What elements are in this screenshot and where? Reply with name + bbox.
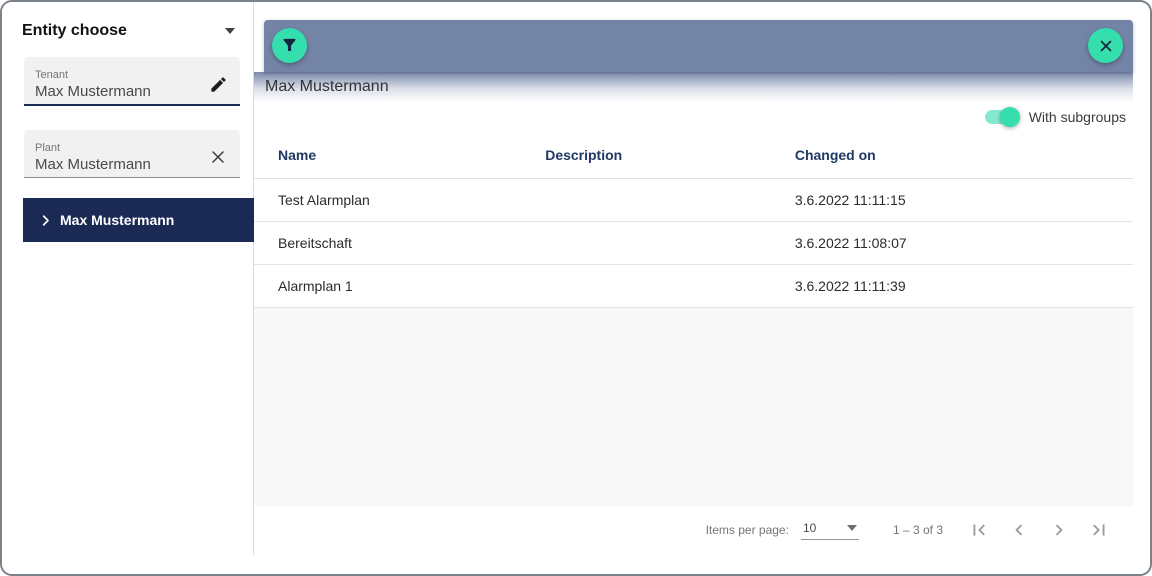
cell-description <box>521 264 771 307</box>
last-page-icon <box>1088 519 1110 541</box>
cell-description <box>521 178 771 221</box>
paginator-range-label: 1 – 3 of 3 <box>893 523 943 537</box>
select-caret-icon <box>847 525 857 531</box>
last-page-button[interactable] <box>1079 510 1119 550</box>
plant-clear-button[interactable] <box>206 145 230 169</box>
column-header-changed-on: Changed on <box>771 132 1133 178</box>
toggle-thumb <box>1000 107 1020 127</box>
panel-toolbar <box>264 20 1133 72</box>
items-per-page-label: Items per page: <box>706 523 789 537</box>
tenant-label: Tenant <box>35 69 151 81</box>
pencil-icon <box>209 75 228 94</box>
with-subgroups-toggle[interactable] <box>984 107 1020 127</box>
plant-field[interactable]: Plant Max Mustermann <box>24 130 240 178</box>
panel-title-band: Max Mustermann <box>254 72 1133 102</box>
panel-title: Max Mustermann <box>265 78 389 96</box>
collapse-caret-icon[interactable] <box>225 28 235 34</box>
tenant-value: Max Mustermann <box>35 83 151 100</box>
next-page-icon <box>1048 519 1070 541</box>
paginator: Items per page: 10 1 – 3 of 3 <box>254 506 1133 554</box>
cell-changed-on: 3.6.2022 11:11:39 <box>771 264 1133 307</box>
items-per-page-value: 10 <box>803 521 816 535</box>
first-page-icon <box>968 519 990 541</box>
subgroups-toggle-row: With subgroups <box>254 102 1133 132</box>
clear-x-icon <box>208 147 228 167</box>
close-x-icon <box>1097 37 1115 55</box>
tree-item-label: Max Mustermann <box>60 212 174 228</box>
previous-page-button[interactable] <box>999 510 1039 550</box>
with-subgroups-label: With subgroups <box>1029 109 1126 125</box>
sidebar-header: Entity choose <box>22 22 235 40</box>
close-button[interactable] <box>1088 28 1123 63</box>
cell-changed-on: 3.6.2022 11:08:07 <box>771 221 1133 264</box>
tenant-field[interactable]: Tenant Max Mustermann <box>24 57 240 106</box>
cell-name: Alarmplan 1 <box>254 264 521 307</box>
column-header-name: Name <box>254 132 521 178</box>
plant-value: Max Mustermann <box>35 156 151 173</box>
first-page-button[interactable] <box>959 510 999 550</box>
app-window: Entity choose Tenant Max Mustermann Plan… <box>0 0 1152 576</box>
chevron-right-icon <box>38 213 53 228</box>
cell-changed-on: 3.6.2022 11:11:15 <box>771 178 1133 221</box>
filter-funnel-icon <box>280 36 299 55</box>
table-header-row: Name Description Changed on <box>254 132 1133 178</box>
alarmplan-table: Name Description Changed on Test Alarmpl… <box>254 132 1133 308</box>
items-per-page-select[interactable]: 10 <box>801 521 859 540</box>
plant-label: Plant <box>35 142 151 154</box>
column-header-description: Description <box>521 132 771 178</box>
table-row[interactable]: Bereitschaft 3.6.2022 11:08:07 <box>254 221 1133 264</box>
filter-button[interactable] <box>272 28 307 63</box>
tenant-edit-button[interactable] <box>207 73 230 96</box>
table-row[interactable]: Alarmplan 1 3.6.2022 11:11:39 <box>254 264 1133 307</box>
sidebar-tree-item-max-mustermann[interactable]: Max Mustermann <box>23 198 254 242</box>
table-body: Test Alarmplan 3.6.2022 11:11:15 Bereits… <box>254 178 1133 307</box>
alarmplan-overlay-panel: Max Mustermann With subgroups Name Descr… <box>254 20 1133 554</box>
previous-page-icon <box>1008 519 1030 541</box>
table-row[interactable]: Test Alarmplan 3.6.2022 11:11:15 <box>254 178 1133 221</box>
sidebar-title: Entity choose <box>22 22 127 40</box>
sidebar: Entity choose Tenant Max Mustermann Plan… <box>2 2 254 555</box>
cell-name: Bereitschaft <box>254 221 521 264</box>
cell-description <box>521 221 771 264</box>
cell-name: Test Alarmplan <box>254 178 521 221</box>
table-empty-area <box>254 308 1133 507</box>
next-page-button[interactable] <box>1039 510 1079 550</box>
